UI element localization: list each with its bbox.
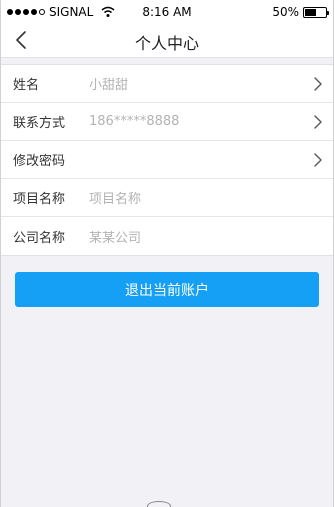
home-indicator bbox=[147, 501, 171, 507]
row-label: 项目名称 bbox=[13, 192, 66, 207]
screen: SIGNAL 8:16 AM 50% 个人中心 姓名 小甜甜联系方式 186****… bbox=[0, 0, 334, 507]
profile-row[interactable]: 修改密码 bbox=[1, 141, 333, 179]
nav-bar: 个人中心 bbox=[1, 24, 333, 58]
profile-row[interactable]: 姓名 小甜甜 bbox=[1, 65, 333, 103]
profile-row[interactable]: 项目名称 项目名称 bbox=[1, 179, 333, 217]
row-value: 小甜甜 bbox=[89, 78, 129, 93]
logout-button[interactable]: 退出当前账户 bbox=[15, 272, 319, 307]
row-value: 某某公司 bbox=[89, 230, 142, 246]
row-label: 修改密码 bbox=[13, 154, 66, 169]
chevron-right-icon bbox=[314, 77, 322, 91]
row-value: 186*****8888 bbox=[89, 114, 180, 129]
profile-list: 姓名 小甜甜联系方式 186*****8888 修改密码项目名称 项目名称公司名称 某某公… bbox=[1, 64, 333, 256]
row-value: 项目名称 bbox=[89, 192, 142, 207]
battery-icon bbox=[303, 6, 329, 18]
status-right: 50% bbox=[272, 5, 329, 19]
battery-fill bbox=[305, 8, 316, 16]
profile-row[interactable]: 联系方式 186*****8888 bbox=[1, 103, 333, 141]
profile-row[interactable]: 公司名称 某某公司 bbox=[1, 217, 333, 255]
page-title: 个人中心 bbox=[134, 34, 199, 53]
chevron-right-icon bbox=[314, 153, 322, 167]
row-label: 姓名 bbox=[13, 78, 40, 93]
status-bar: SIGNAL 8:16 AM 50% bbox=[1, 0, 333, 24]
battery-percent: 50% bbox=[272, 5, 299, 19]
chevron-right-icon bbox=[314, 115, 322, 129]
row-label: 联系方式 bbox=[13, 116, 66, 131]
row-label: 公司名称 bbox=[13, 230, 66, 246]
